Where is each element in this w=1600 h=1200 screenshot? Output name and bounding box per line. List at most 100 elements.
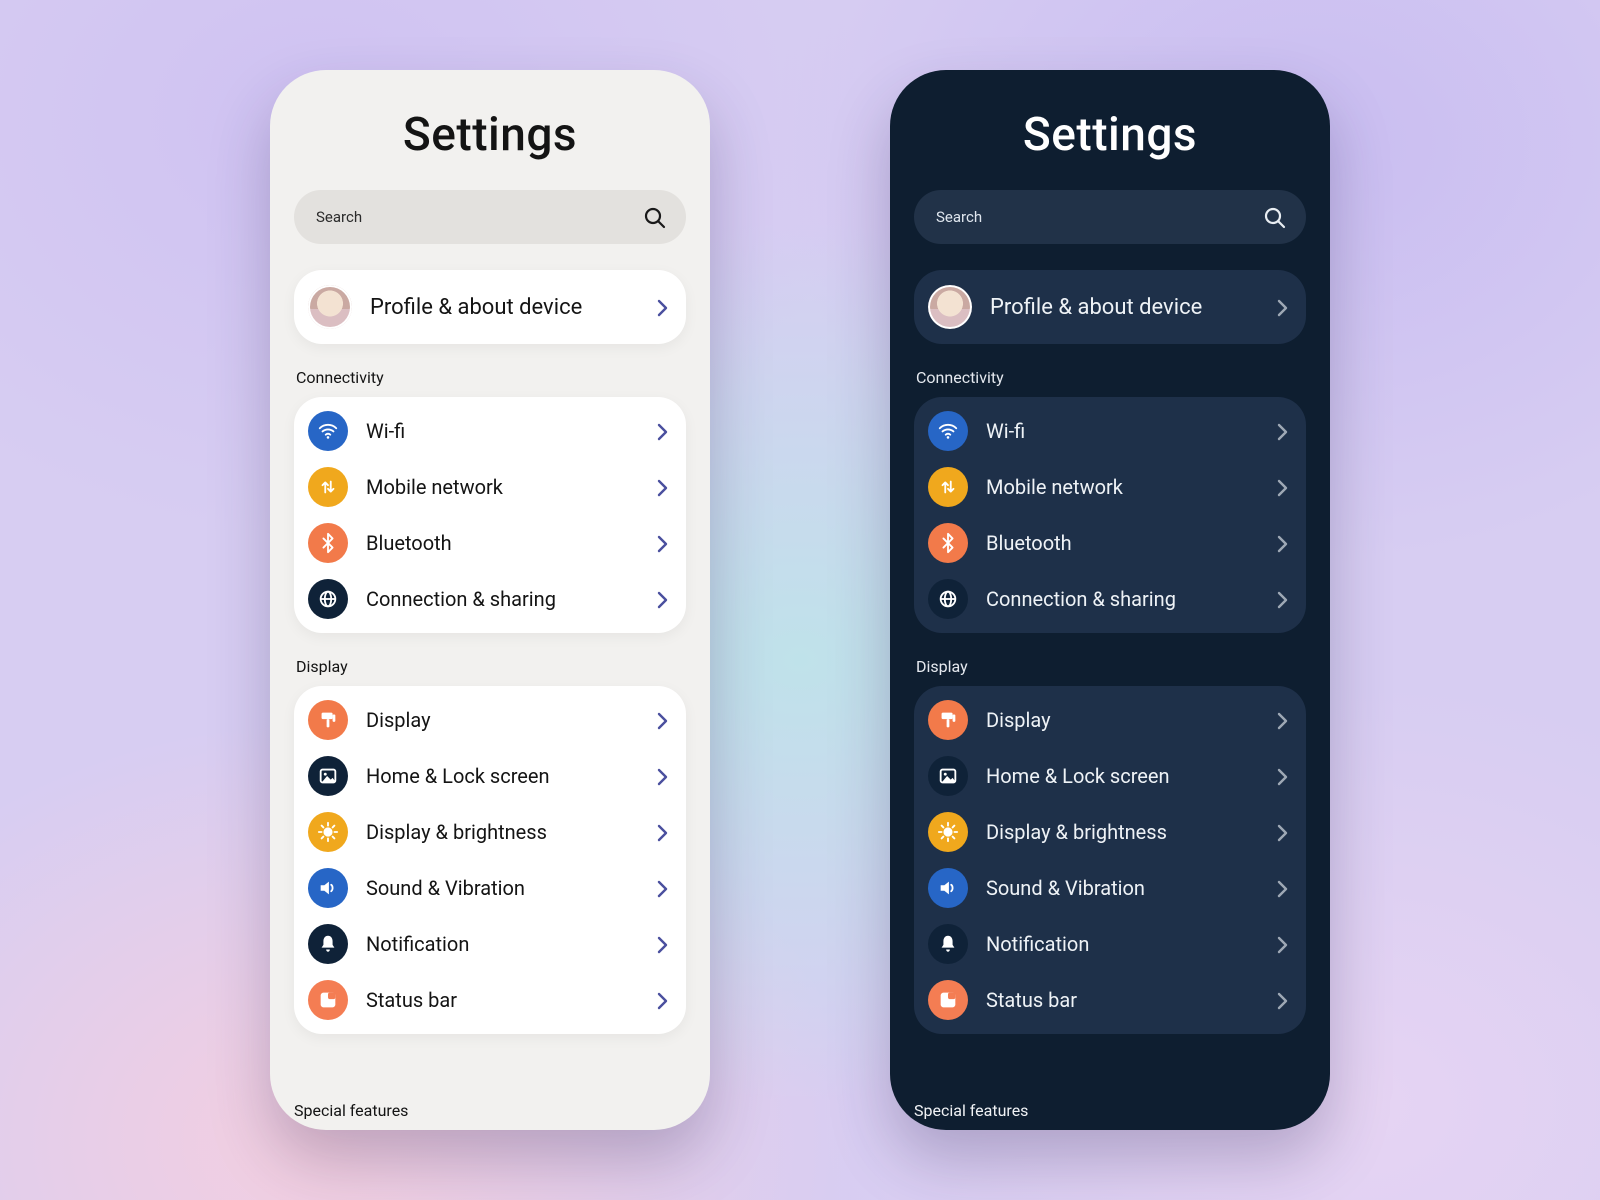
chevron-right-icon <box>1270 877 1292 899</box>
settings-row-label: Connection & sharing <box>366 587 632 611</box>
sun-icon <box>308 812 348 852</box>
section-header-special: Special features <box>914 1101 1028 1120</box>
statusbar-icon <box>928 980 968 1020</box>
settings-row-label: Display & brightness <box>986 820 1252 844</box>
image-icon <box>928 756 968 796</box>
search-input[interactable]: Search <box>294 190 686 244</box>
chevron-right-icon <box>1270 709 1292 731</box>
settings-row-bell[interactable]: Notification <box>928 916 1292 972</box>
bluetooth-icon <box>308 523 348 563</box>
profile-label: Profile & about device <box>370 295 632 320</box>
paint-icon <box>308 700 348 740</box>
settings-row-label: Mobile network <box>366 475 632 499</box>
settings-screen-light: Settings Search Profile & about device C… <box>270 70 710 1130</box>
settings-row-label: Display & brightness <box>366 820 632 844</box>
search-placeholder: Search <box>316 208 362 226</box>
settings-row-label: Connection & sharing <box>986 587 1252 611</box>
chevron-right-icon <box>650 709 672 731</box>
chevron-right-icon <box>1270 296 1292 318</box>
display-card: Display Home & Lock screen Display & brigh… <box>914 686 1306 1034</box>
chevron-right-icon <box>650 296 672 318</box>
settings-row-label: Notification <box>986 932 1252 956</box>
search-input[interactable]: Search <box>914 190 1306 244</box>
wifi-icon <box>308 411 348 451</box>
chevron-right-icon <box>650 933 672 955</box>
settings-row-bluetooth[interactable]: Bluetooth <box>308 515 672 571</box>
bell-icon <box>928 924 968 964</box>
page-title: Settings <box>914 108 1306 162</box>
settings-row-label: Display <box>366 708 632 732</box>
data-icon <box>308 467 348 507</box>
chevron-right-icon <box>1270 821 1292 843</box>
settings-row-statusbar[interactable]: Status bar <box>928 972 1292 1028</box>
chevron-right-icon <box>650 420 672 442</box>
settings-row-speaker[interactable]: Sound & Vibration <box>928 860 1292 916</box>
chevron-right-icon <box>1270 532 1292 554</box>
settings-row-wifi[interactable]: Wi-fi <box>928 403 1292 459</box>
settings-row-label: Display <box>986 708 1252 732</box>
sun-icon <box>928 812 968 852</box>
search-icon <box>1262 205 1286 229</box>
section-header-connectivity: Connectivity <box>296 368 686 387</box>
globe-icon <box>928 579 968 619</box>
settings-row-image[interactable]: Home & Lock screen <box>928 748 1292 804</box>
globe-icon <box>308 579 348 619</box>
section-header-display: Display <box>916 657 1306 676</box>
avatar <box>928 285 972 329</box>
chevron-right-icon <box>1270 989 1292 1011</box>
chevron-right-icon <box>1270 933 1292 955</box>
chevron-right-icon <box>650 588 672 610</box>
paint-icon <box>928 700 968 740</box>
settings-row-label: Wi-fi <box>366 419 632 443</box>
settings-row-globe[interactable]: Connection & sharing <box>928 571 1292 627</box>
profile-row[interactable]: Profile & about device <box>928 276 1292 338</box>
settings-row-sun[interactable]: Display & brightness <box>308 804 672 860</box>
connectivity-card: Wi-fi Mobile network Bluetooth Connection &… <box>294 397 686 633</box>
chevron-right-icon <box>650 532 672 554</box>
settings-row-label: Status bar <box>366 988 632 1012</box>
settings-row-label: Notification <box>366 932 632 956</box>
settings-row-bell[interactable]: Notification <box>308 916 672 972</box>
settings-row-sun[interactable]: Display & brightness <box>928 804 1292 860</box>
image-icon <box>308 756 348 796</box>
settings-row-paint[interactable]: Display <box>308 692 672 748</box>
settings-row-label: Bluetooth <box>366 531 632 555</box>
chevron-right-icon <box>650 989 672 1011</box>
settings-row-data[interactable]: Mobile network <box>928 459 1292 515</box>
chevron-right-icon <box>1270 765 1292 787</box>
settings-row-bluetooth[interactable]: Bluetooth <box>928 515 1292 571</box>
chevron-right-icon <box>1270 588 1292 610</box>
chevron-right-icon <box>650 765 672 787</box>
search-icon <box>642 205 666 229</box>
settings-row-speaker[interactable]: Sound & Vibration <box>308 860 672 916</box>
speaker-icon <box>308 868 348 908</box>
settings-row-image[interactable]: Home & Lock screen <box>308 748 672 804</box>
chevron-right-icon <box>1270 420 1292 442</box>
profile-card: Profile & about device <box>294 270 686 344</box>
profile-label: Profile & about device <box>990 295 1252 320</box>
settings-row-label: Sound & Vibration <box>986 876 1252 900</box>
settings-row-data[interactable]: Mobile network <box>308 459 672 515</box>
section-header-connectivity: Connectivity <box>916 368 1306 387</box>
display-card: Display Home & Lock screen Display & brigh… <box>294 686 686 1034</box>
connectivity-card: Wi-fi Mobile networkBluetooth Connection &… <box>914 397 1306 633</box>
settings-row-wifi[interactable]: Wi-fi <box>308 403 672 459</box>
chevron-right-icon <box>650 821 672 843</box>
bluetooth-icon <box>928 523 968 563</box>
section-header-display: Display <box>296 657 686 676</box>
settings-row-label: Wi-fi <box>986 419 1252 443</box>
chevron-right-icon <box>650 476 672 498</box>
profile-card: Profile & about device <box>914 270 1306 344</box>
chevron-right-icon <box>650 877 672 899</box>
wifi-icon <box>928 411 968 451</box>
settings-row-statusbar[interactable]: Status bar <box>308 972 672 1028</box>
statusbar-icon <box>308 980 348 1020</box>
search-placeholder: Search <box>936 208 982 226</box>
settings-row-globe[interactable]: Connection & sharing <box>308 571 672 627</box>
settings-row-label: Sound & Vibration <box>366 876 632 900</box>
avatar <box>308 285 352 329</box>
settings-row-paint[interactable]: Display <box>928 692 1292 748</box>
settings-row-label: Home & Lock screen <box>366 764 632 788</box>
profile-row[interactable]: Profile & about device <box>308 276 672 338</box>
bell-icon <box>308 924 348 964</box>
